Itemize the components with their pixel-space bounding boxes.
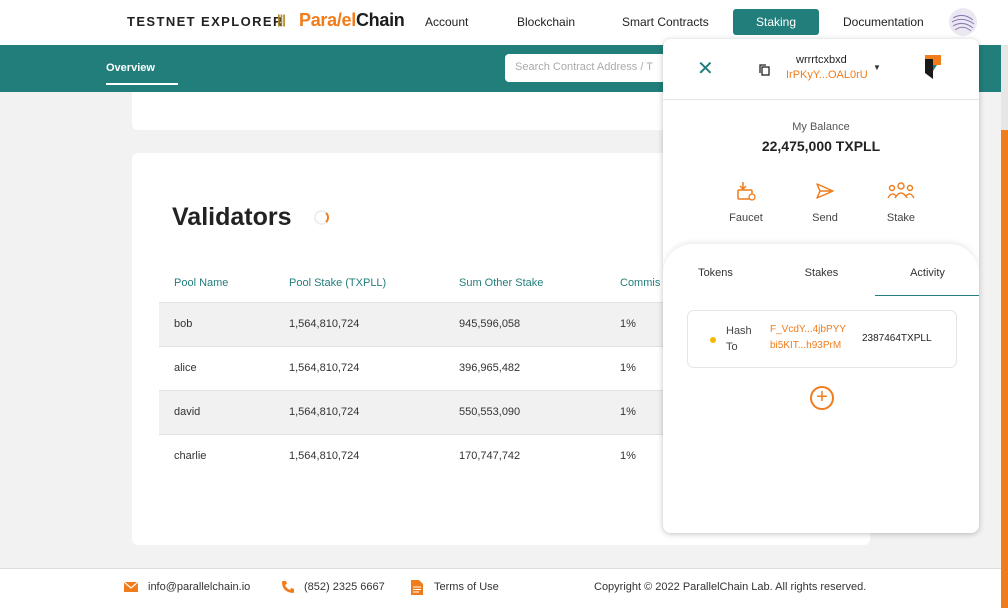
balance-value: 22,475,000 TXPLL bbox=[761, 138, 881, 154]
activity-hash-label: Hash bbox=[726, 325, 752, 337]
cell-pool-stake: 1,564,810,724 bbox=[289, 318, 360, 330]
cell-sum-other-stake: 945,596,058 bbox=[459, 318, 521, 330]
cell-commission: 1% bbox=[620, 318, 636, 330]
stake-label: Stake bbox=[886, 212, 916, 224]
tab-activity[interactable]: Activity bbox=[875, 267, 979, 279]
cell-pool-stake: 1,564,810,724 bbox=[289, 362, 360, 374]
footer: info@parallelchain.io (852) 2325 6667 Te… bbox=[0, 568, 1008, 608]
table-row[interactable]: bob 1,564,810,724 945,596,058 1% bbox=[159, 302, 679, 346]
table-row[interactable]: david 1,564,810,724 550,553,090 1% bbox=[159, 390, 679, 434]
avatar-icon bbox=[951, 14, 975, 32]
chevron-down-icon[interactable]: ▼ bbox=[873, 63, 881, 72]
parallelchain-icon bbox=[923, 53, 943, 86]
add-button[interactable]: + bbox=[810, 386, 834, 410]
activity-to-value[interactable]: bi5KIT...h93PrM bbox=[770, 340, 841, 351]
wallet-popup: ✕ wrrrtcxbxd IrPKyY...OAL0rU ▼ My Balanc… bbox=[663, 39, 979, 533]
user-avatar[interactable] bbox=[949, 8, 977, 36]
activity-to-label: To bbox=[726, 341, 738, 353]
col-pool-stake[interactable]: Pool Stake (TXPLL) bbox=[289, 277, 386, 289]
cell-pool-name: charlie bbox=[174, 450, 207, 462]
scrollbar-thumb[interactable] bbox=[1001, 130, 1008, 608]
nav-documentation[interactable]: Documentation bbox=[843, 15, 924, 29]
tab-stakes[interactable]: Stakes bbox=[769, 267, 874, 279]
wallet-account-address[interactable]: IrPKyY...OAL0rU bbox=[786, 69, 868, 81]
cell-pool-name: david bbox=[174, 406, 201, 418]
stake-button[interactable]: Stake bbox=[871, 181, 931, 224]
loading-spinner-icon bbox=[314, 210, 329, 225]
cell-commission: 1% bbox=[620, 406, 636, 418]
cell-pool-name: bob bbox=[174, 318, 193, 330]
brand-title[interactable]: TESTNET EXPLORER bbox=[127, 14, 284, 29]
cell-sum-other-stake: 396,965,482 bbox=[459, 362, 521, 374]
faucet-label: Faucet bbox=[729, 212, 763, 224]
footer-terms-link[interactable]: Terms of Use bbox=[434, 581, 499, 593]
wallet-header: ✕ wrrrtcxbxd IrPKyY...OAL0rU ▼ bbox=[663, 39, 979, 100]
activity-item[interactable]: Hash To F_VcdY...4jbPYY bi5KIT...h93PrM … bbox=[687, 310, 957, 368]
footer-email[interactable]: info@parallelchain.io bbox=[148, 581, 250, 593]
cell-pool-stake: 1,564,810,724 bbox=[289, 450, 360, 462]
wallet-tabs-panel: Tokens Stakes Activity Hash To F_VcdY...… bbox=[663, 244, 979, 533]
table-row[interactable]: alice 1,564,810,724 396,965,482 1% bbox=[159, 346, 679, 390]
cell-sum-other-stake: 550,553,090 bbox=[459, 406, 521, 418]
activity-amount: 2387464TXPLL bbox=[862, 333, 932, 344]
tab-overview-underline bbox=[106, 83, 178, 85]
footer-copyright: Copyright © 2022 ParallelChain Lab. All … bbox=[594, 581, 867, 593]
logo-text-2: /el bbox=[336, 10, 356, 30]
send-button[interactable]: Send bbox=[795, 181, 855, 224]
nav-staking[interactable]: Staking bbox=[733, 9, 819, 35]
search-input[interactable]: Search Contract Address / T bbox=[505, 54, 675, 82]
phone-icon bbox=[281, 580, 295, 599]
cell-commission: 1% bbox=[620, 362, 636, 374]
page-scrollbar[interactable] bbox=[1001, 45, 1008, 608]
validators-title: Validators bbox=[172, 203, 292, 231]
col-pool-name[interactable]: Pool Name bbox=[174, 277, 228, 289]
cell-commission: 1% bbox=[620, 450, 636, 462]
tab-tokens[interactable]: Tokens bbox=[663, 267, 768, 279]
activity-hash-value[interactable]: F_VcdY...4jbPYY bbox=[770, 324, 846, 335]
status-dot-icon bbox=[710, 337, 716, 343]
table-row[interactable]: charlie 1,564,810,724 170,747,742 1% bbox=[159, 434, 679, 478]
nav-blockchain[interactable]: Blockchain bbox=[517, 15, 575, 29]
cell-pool-stake: 1,564,810,724 bbox=[289, 406, 360, 418]
cell-pool-name: alice bbox=[174, 362, 197, 374]
parallelchain-logo[interactable]: Para/elChain bbox=[299, 10, 405, 31]
col-commission[interactable]: Commis bbox=[620, 277, 660, 289]
tab-overview[interactable]: Overview bbox=[106, 62, 155, 74]
stake-people-icon bbox=[887, 182, 915, 199]
footer-phone[interactable]: (852) 2325 6667 bbox=[304, 581, 385, 593]
document-icon bbox=[411, 580, 423, 600]
brand-separator: ||| bbox=[277, 12, 286, 27]
send-icon bbox=[816, 183, 834, 199]
tab-activity-underline bbox=[875, 295, 979, 296]
close-icon[interactable]: ✕ bbox=[697, 59, 714, 79]
table-header: Pool Name Pool Stake (TXPLL) Sum Other S… bbox=[159, 267, 679, 303]
balance-label: My Balance bbox=[792, 121, 850, 133]
col-sum-other-stake[interactable]: Sum Other Stake bbox=[459, 277, 543, 289]
nav-account[interactable]: Account bbox=[425, 15, 468, 29]
logo-text-3: Chain bbox=[355, 10, 405, 30]
nav-smart-contracts[interactable]: Smart Contracts bbox=[622, 15, 709, 29]
faucet-icon bbox=[737, 182, 756, 201]
faucet-button[interactable]: Faucet bbox=[716, 181, 776, 224]
wallet-account-name[interactable]: wrrrtcxbxd bbox=[796, 54, 847, 66]
logo-text-1: Para bbox=[299, 10, 337, 30]
copy-icon[interactable] bbox=[759, 63, 770, 81]
send-label: Send bbox=[812, 212, 838, 224]
cell-sum-other-stake: 170,747,742 bbox=[459, 450, 521, 462]
mail-icon bbox=[123, 580, 139, 599]
